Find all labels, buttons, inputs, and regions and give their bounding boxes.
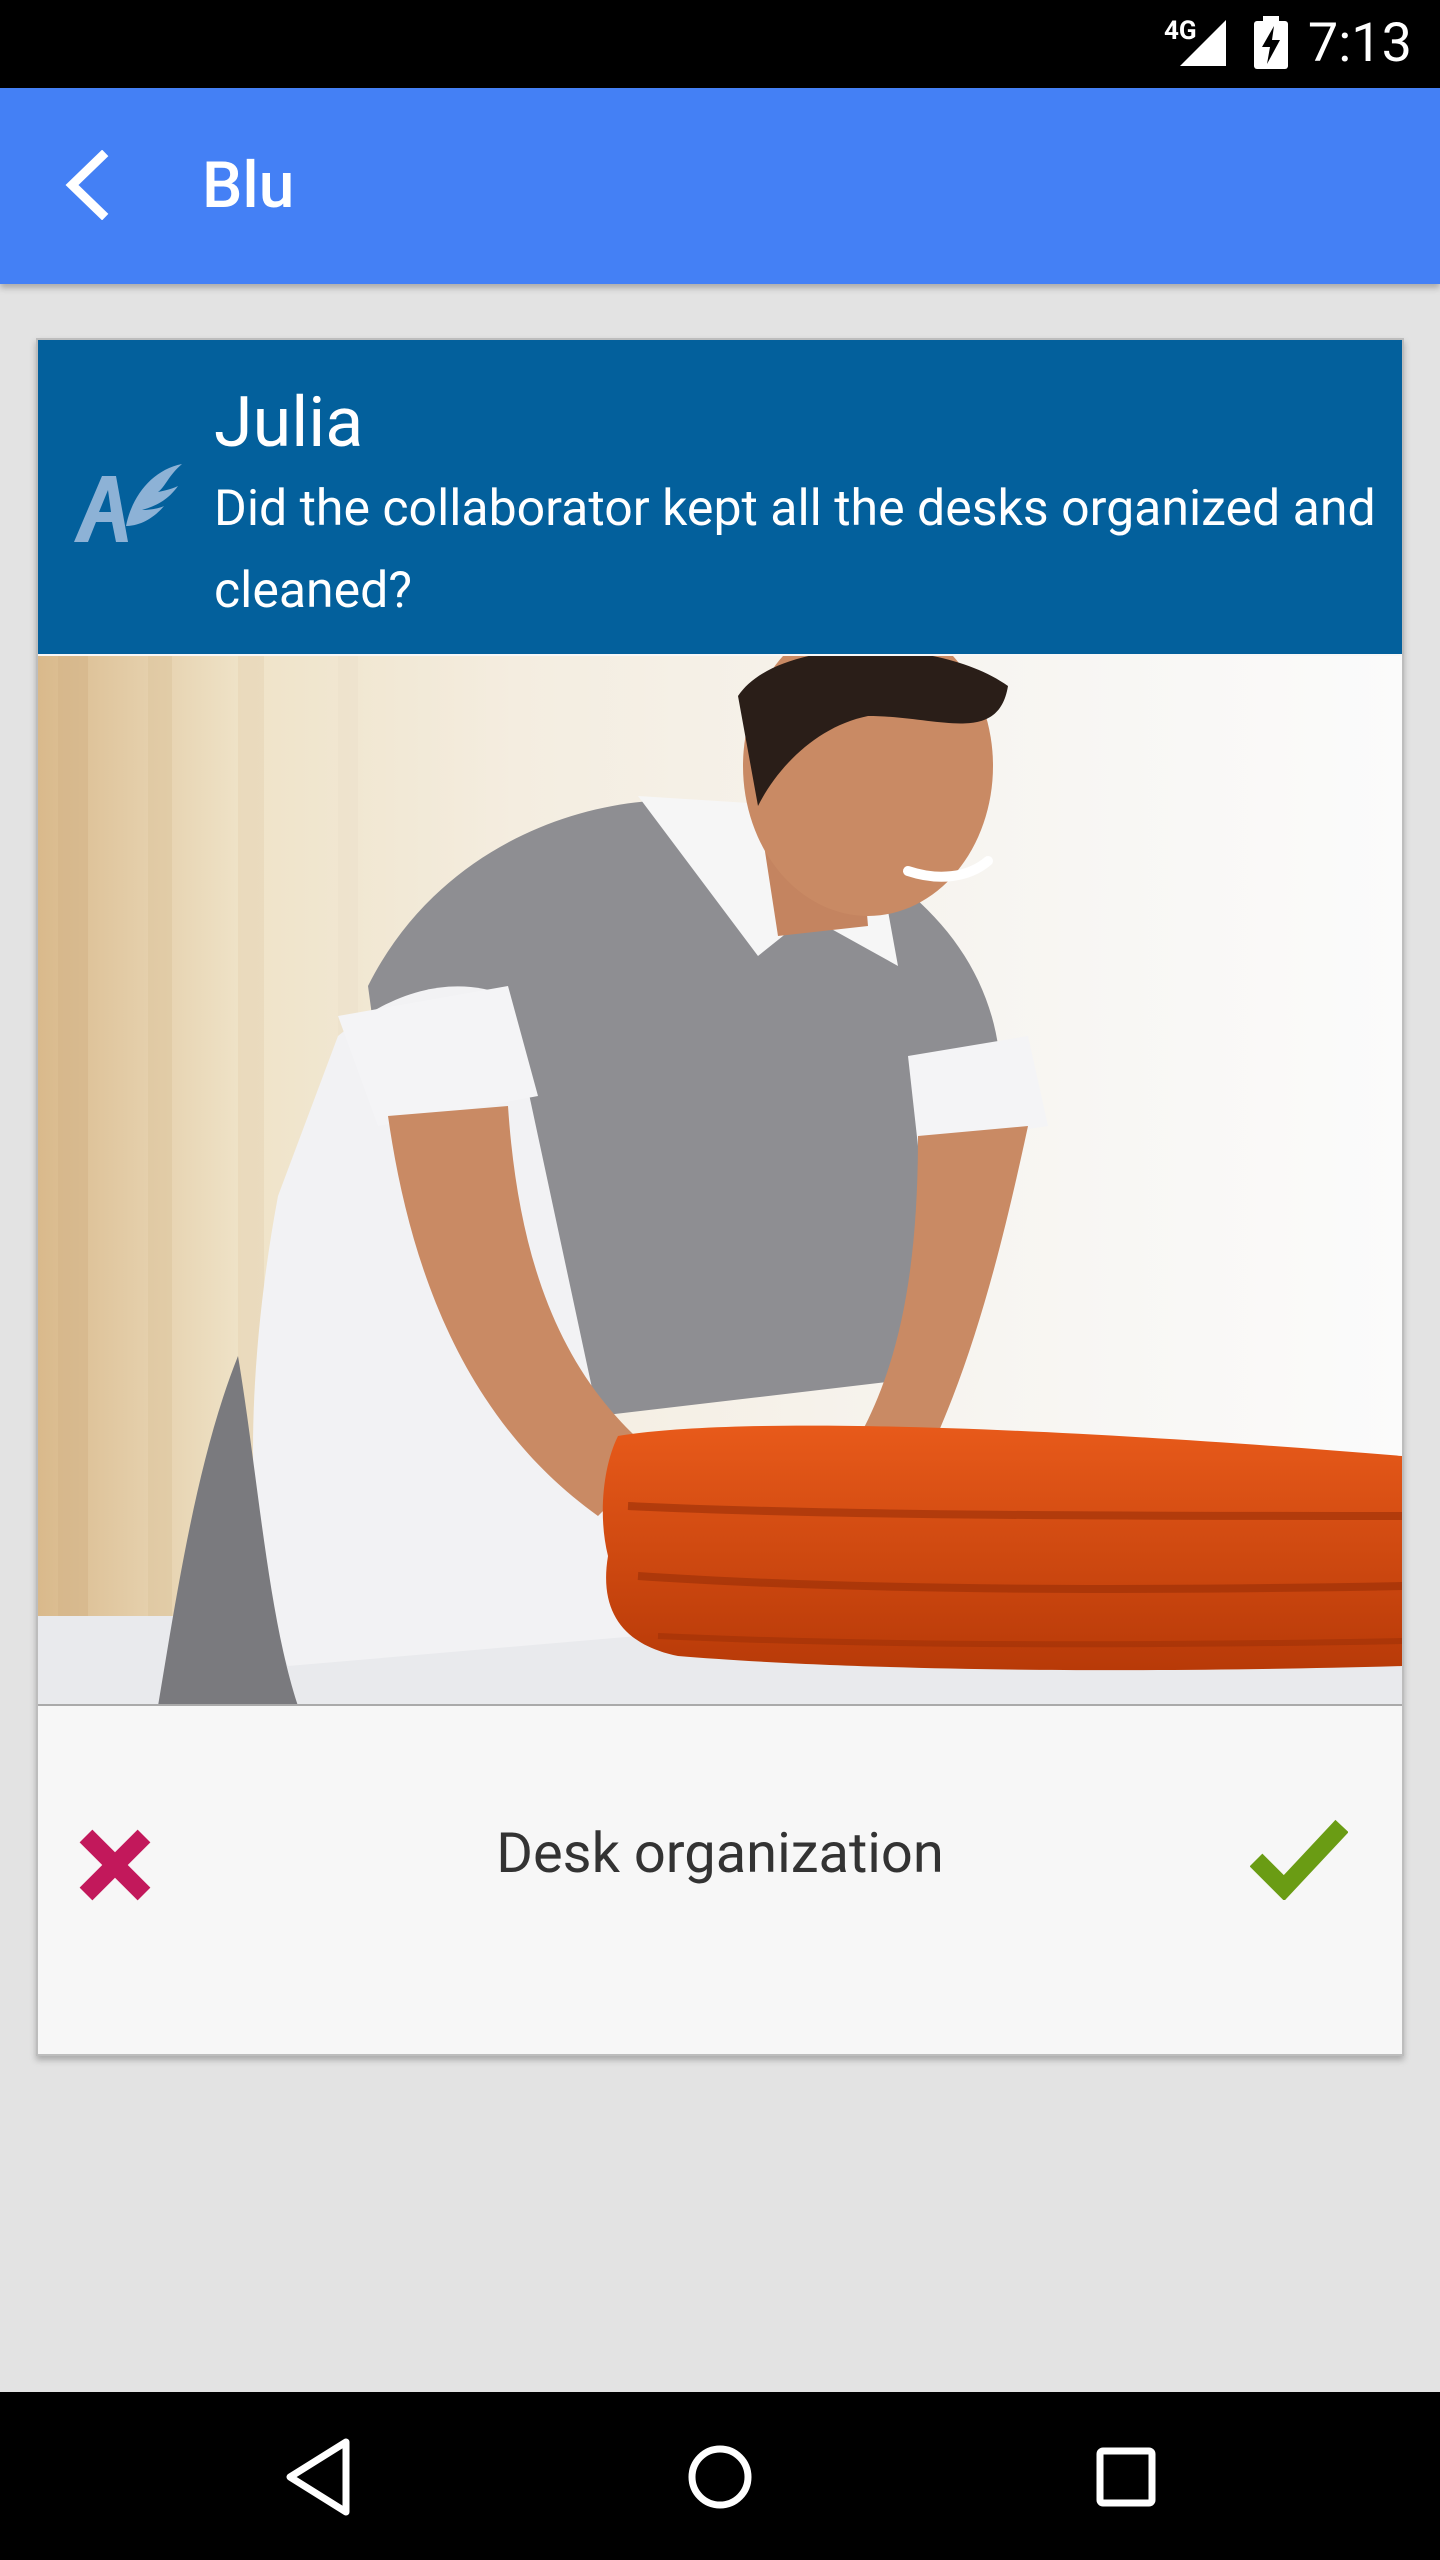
navigation-bar [0,2392,1440,2560]
collaborator-name: Julia [214,382,364,464]
evaluation-question: Did the collaborator kept all the desks … [214,480,1376,620]
arrow-back-icon[interactable] [58,150,118,220]
evaluation-card: Julia Did the collaborator kept all the … [36,338,1404,2056]
app-title: Blu [202,148,295,223]
criterion-label: Desk organization [496,1820,944,1886]
winged-a-logo [74,464,182,542]
card-footer: Desk organization [38,1708,1402,2054]
clock: 7:13 [1307,12,1412,75]
card-header: Julia Did the collaborator kept all the … [38,340,1402,654]
housekeeper-folding-towels-photo [38,656,1402,1706]
back-triangle-icon[interactable] [280,2432,356,2522]
app-bar: Blu [0,88,1440,284]
home-circle-icon[interactable] [682,2432,758,2522]
recents-square-icon[interactable] [1088,2432,1164,2522]
signal-icon [1180,20,1226,66]
check-icon[interactable] [1250,1816,1348,1900]
battery-charging-icon [1254,16,1288,69]
status-bar: 4G 7:13 [0,0,1440,88]
